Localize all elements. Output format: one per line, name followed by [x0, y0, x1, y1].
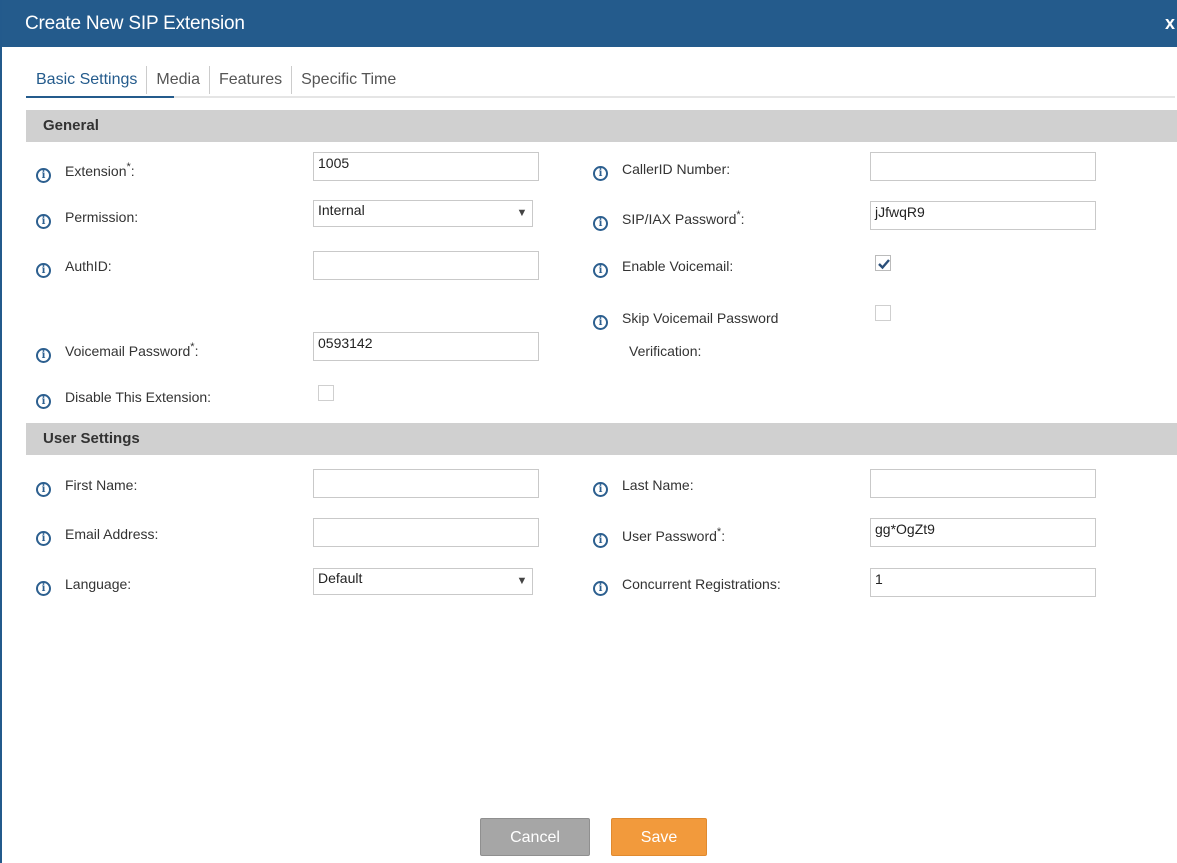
info-icon[interactable]: i	[36, 531, 51, 546]
concurrent-registrations-input[interactable]: 1	[870, 568, 1096, 597]
info-icon[interactable]: i	[593, 581, 608, 596]
permission-select-value: Internal	[318, 202, 365, 218]
create-sip-extension-dialog: Create New SIP Extension x Basic Setting…	[0, 0, 1177, 863]
info-icon[interactable]: i	[593, 533, 608, 548]
permission-label: i Permission:	[36, 209, 138, 229]
language-select-value: Default	[318, 570, 363, 586]
tab-features[interactable]: Features	[210, 66, 293, 94]
user-password-input[interactable]: gg*OgZt9	[870, 518, 1096, 547]
tab-underline	[26, 96, 1175, 98]
last-name-input[interactable]	[870, 469, 1096, 498]
authid-label: i AuthID:	[36, 258, 112, 278]
close-icon[interactable]: x	[1165, 13, 1175, 34]
tab-bar: Basic Settings Media Features Specific T…	[26, 66, 405, 96]
extension-input[interactable]: 1005	[313, 152, 539, 181]
info-icon[interactable]: i	[36, 581, 51, 596]
authid-input[interactable]	[313, 251, 539, 280]
info-icon[interactable]: i	[36, 168, 51, 183]
dialog-title: Create New SIP Extension	[25, 13, 245, 34]
info-icon[interactable]: i	[593, 216, 608, 231]
skip-voicemail-verification-label: i Skip Voicemail Password	[593, 310, 778, 330]
info-icon[interactable]: i	[36, 482, 51, 497]
language-select[interactable]: Default ▼	[313, 568, 533, 595]
enable-voicemail-label: i Enable Voicemail:	[593, 258, 733, 278]
concurrent-registrations-label: i Concurrent Registrations:	[593, 576, 781, 596]
tab-media[interactable]: Media	[147, 66, 210, 94]
section-header-user-settings: User Settings	[26, 423, 1177, 455]
voicemail-password-label: i Voicemail Password*:	[36, 341, 198, 363]
extension-label: i Extension*:	[36, 161, 135, 183]
info-icon[interactable]: i	[593, 166, 608, 181]
info-icon[interactable]: i	[593, 315, 608, 330]
callerid-number-label: i CallerID Number:	[593, 161, 730, 181]
info-icon[interactable]: i	[36, 214, 51, 229]
section-title-general: General	[43, 117, 99, 134]
chevron-down-icon[interactable]: ▼	[512, 569, 532, 594]
cancel-button[interactable]: Cancel	[480, 818, 590, 856]
sip-iax-password-label: i SIP/IAX Password*:	[593, 209, 745, 231]
info-icon[interactable]: i	[36, 394, 51, 409]
skip-voicemail-verification-checkbox[interactable]	[875, 305, 891, 321]
tab-specific-time[interactable]: Specific Time	[292, 66, 405, 94]
language-label: i Language:	[36, 576, 131, 596]
sip-iax-password-input[interactable]: jJfwqR9	[870, 201, 1096, 230]
voicemail-password-input[interactable]: 0593142	[313, 332, 539, 361]
first-name-label: i First Name:	[36, 477, 137, 497]
section-header-general: General	[26, 110, 1177, 142]
save-button[interactable]: Save	[611, 818, 707, 856]
info-icon[interactable]: i	[593, 482, 608, 497]
info-icon[interactable]: i	[36, 263, 51, 278]
disable-extension-checkbox[interactable]	[318, 385, 334, 401]
permission-select[interactable]: Internal ▼	[313, 200, 533, 227]
checkmark-icon	[878, 259, 890, 270]
active-tab-indicator	[26, 96, 174, 98]
section-title-user-settings: User Settings	[43, 430, 140, 447]
tab-basic-settings[interactable]: Basic Settings	[26, 66, 148, 94]
callerid-number-input[interactable]	[870, 152, 1096, 181]
dialog-titlebar: Create New SIP Extension x	[2, 0, 1177, 47]
disable-extension-label: i Disable This Extension:	[36, 389, 211, 409]
last-name-label: i Last Name:	[593, 477, 694, 497]
email-address-label: i Email Address:	[36, 526, 158, 546]
info-icon[interactable]: i	[36, 348, 51, 363]
user-password-label: i User Password*:	[593, 526, 725, 548]
skip-voicemail-verification-label-line2: Verification:	[629, 343, 702, 359]
info-icon[interactable]: i	[593, 263, 608, 278]
email-address-input[interactable]	[313, 518, 539, 547]
first-name-input[interactable]	[313, 469, 539, 498]
enable-voicemail-checkbox[interactable]	[875, 255, 891, 271]
chevron-down-icon[interactable]: ▼	[512, 201, 532, 226]
